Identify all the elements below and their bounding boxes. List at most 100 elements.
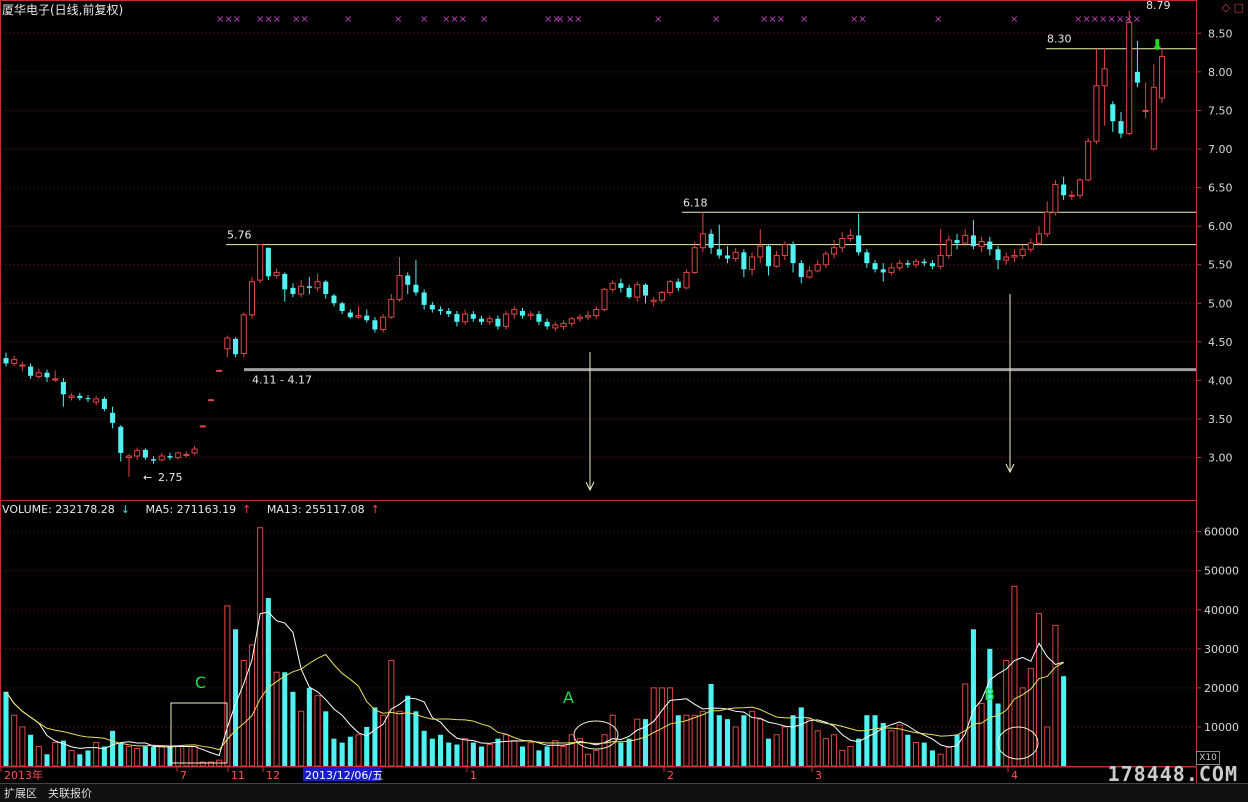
volume-bar xyxy=(757,718,764,767)
price-tick-label: 7.50 xyxy=(1208,104,1233,117)
candle-body xyxy=(995,249,1001,261)
signal-mark: ××× xyxy=(256,14,281,25)
tab-extension-area[interactable]: 扩展区 xyxy=(2,785,39,801)
volume-bar xyxy=(19,726,26,767)
volume-bar xyxy=(462,738,469,767)
volume-bar xyxy=(35,745,42,767)
volume-bar xyxy=(421,730,427,766)
candle-body xyxy=(306,286,312,288)
volume-bar xyxy=(364,726,370,766)
candle-body xyxy=(240,314,247,354)
volume-bar xyxy=(568,734,575,767)
candle-body xyxy=(741,252,747,270)
candle-body xyxy=(699,233,706,249)
volume-bar xyxy=(454,744,460,766)
volume-bar xyxy=(437,734,444,766)
volume-bar xyxy=(954,734,960,766)
volume-bar xyxy=(905,734,911,766)
x-tick-label: 3 xyxy=(815,769,822,782)
volume-bar xyxy=(28,734,34,766)
volume-bar xyxy=(978,703,985,767)
candle-body xyxy=(207,399,215,402)
volume-bar xyxy=(1035,613,1043,767)
candle-body xyxy=(413,284,419,293)
signal-mark: × xyxy=(394,14,402,25)
candle-body xyxy=(544,321,550,327)
price-tick-label: 5.00 xyxy=(1208,297,1233,310)
candle-body xyxy=(216,369,223,372)
volume-bar xyxy=(44,754,50,766)
volume-bar xyxy=(970,629,976,766)
candle-body xyxy=(364,315,370,321)
candle-body xyxy=(773,254,780,267)
volume-bar xyxy=(741,715,747,766)
volume-bar xyxy=(888,730,895,767)
range-label: 4.11 - 4.17 xyxy=(252,374,312,387)
candle-body xyxy=(265,247,271,277)
volume-bar xyxy=(626,738,632,766)
tab-related-quotes[interactable]: 关联报价 xyxy=(46,785,94,801)
ma5-line xyxy=(5,611,1064,757)
volume-bar xyxy=(732,726,739,767)
volume-header: VOLUME: 232178.28 ↓ MA5: 271163.19 ↑ MA13:… xyxy=(2,503,392,516)
signal-mark: ×× xyxy=(292,14,309,25)
candle-body xyxy=(831,247,838,255)
candle-body xyxy=(683,271,690,289)
candle-body xyxy=(576,316,583,320)
volume-bar xyxy=(93,742,100,767)
candle-body xyxy=(1076,179,1084,196)
volume-bar xyxy=(945,745,952,767)
volume-bar xyxy=(1011,585,1018,767)
candle-body xyxy=(405,275,411,285)
volume-bar xyxy=(85,750,91,766)
volume-bar xyxy=(937,753,944,767)
candle-body xyxy=(814,264,821,272)
signal-mark: × xyxy=(654,14,662,25)
candle-body xyxy=(101,398,107,409)
candle-body xyxy=(199,425,206,428)
price-tick-label: 8.50 xyxy=(1208,27,1233,40)
candle-body xyxy=(642,284,649,296)
volume-bar xyxy=(339,742,345,766)
volume-bar xyxy=(781,726,788,767)
volume-bar xyxy=(1027,667,1034,767)
candle-body xyxy=(732,251,739,260)
candle-body xyxy=(142,449,148,458)
volume-bar xyxy=(125,745,133,767)
signal-mark: × xyxy=(574,14,582,25)
volume-bar xyxy=(134,747,141,767)
x-tick-label: 12 xyxy=(266,769,280,782)
candle-body xyxy=(3,358,9,364)
candle-body xyxy=(478,318,485,322)
candle-body xyxy=(151,459,157,461)
volume-bar xyxy=(110,730,116,766)
candle-body xyxy=(1101,68,1108,87)
volume-bar xyxy=(987,648,993,766)
candle-body xyxy=(68,395,75,398)
volume-bar xyxy=(470,742,476,766)
candle-body xyxy=(978,241,985,247)
volume-bar xyxy=(11,714,18,767)
candle-body xyxy=(470,314,476,319)
volume-bar xyxy=(273,671,280,767)
candle-body xyxy=(380,316,387,331)
volume-bar xyxy=(478,746,485,766)
volume-bar xyxy=(151,746,157,766)
candle-body xyxy=(495,318,501,327)
volume-bar xyxy=(896,724,903,767)
candle-body xyxy=(568,318,575,324)
volume-bar xyxy=(298,710,305,767)
x-tick-label: 7 xyxy=(180,769,187,782)
candle-body xyxy=(503,313,510,327)
annotation-c: C xyxy=(195,673,206,692)
volume-bar xyxy=(921,742,927,766)
volume-bar xyxy=(519,746,526,766)
candle-body xyxy=(667,281,674,293)
candle-body xyxy=(282,273,288,290)
volume-bar xyxy=(724,719,731,766)
candle-body xyxy=(626,287,632,298)
candle-body xyxy=(110,412,116,423)
candle-body xyxy=(716,249,722,256)
candle-body xyxy=(757,245,764,258)
candle-body xyxy=(929,263,935,267)
